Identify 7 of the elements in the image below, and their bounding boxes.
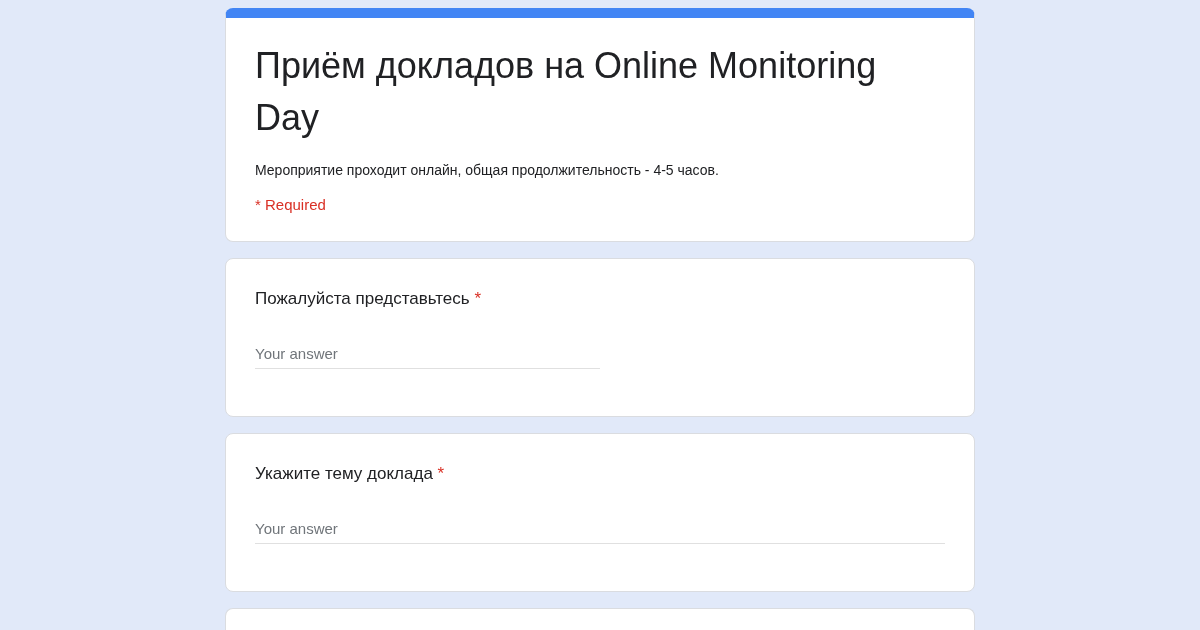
answer-field[interactable]: Your answer: [255, 341, 600, 369]
question-label: Пожалуйста представьтесь *: [255, 288, 483, 310]
answer-field[interactable]: Your answer: [255, 516, 945, 544]
form-description: Мероприятие проходит онлайн, общая продолжительность - 4-5 часов.: [255, 162, 720, 178]
question-label: Укажите тему доклада *: [255, 463, 446, 485]
required-note: * Required: [255, 196, 327, 213]
form-title: Приём докладов на Online Monitoring Day: [255, 44, 878, 140]
